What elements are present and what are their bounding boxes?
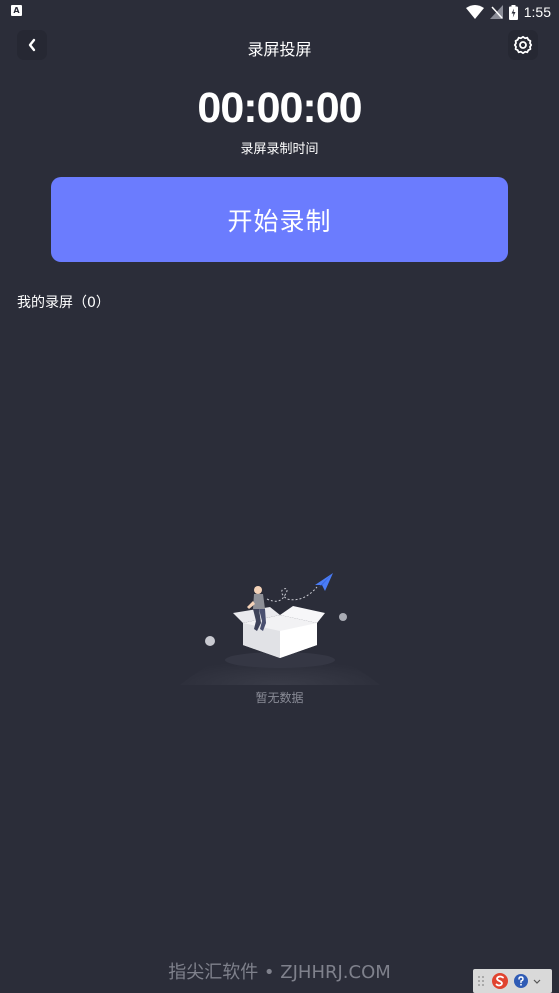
settings-button[interactable] xyxy=(508,30,538,60)
battery-charging-icon xyxy=(508,4,518,20)
start-recording-button[interactable]: 开始录制 xyxy=(51,177,508,262)
wifi-icon xyxy=(465,5,484,19)
gear-icon xyxy=(513,35,533,55)
page-title: 录屏投屏 xyxy=(247,40,312,59)
status-right: 1:55 xyxy=(465,2,551,22)
top-bar: 录屏投屏 xyxy=(0,28,559,66)
status-bar: A 1:55 xyxy=(0,0,559,24)
timer-label: 录屏录制时间 xyxy=(240,142,319,157)
empty-state-text: 暂无数据 xyxy=(255,691,304,705)
ime-toolbar[interactable] xyxy=(473,969,552,993)
help-icon[interactable] xyxy=(513,973,529,989)
no-signal-icon xyxy=(489,5,503,19)
recording-timer: 00:00:00 xyxy=(197,84,362,132)
notification-icon: A xyxy=(11,5,22,16)
my-recordings-title: 我的录屏（0） xyxy=(17,295,110,311)
empty-state-illustration xyxy=(180,573,380,685)
grip-icon xyxy=(478,976,484,986)
status-time: 1:55 xyxy=(523,4,551,20)
dropdown-arrow-icon[interactable] xyxy=(533,975,541,987)
sogou-icon[interactable] xyxy=(491,972,509,990)
